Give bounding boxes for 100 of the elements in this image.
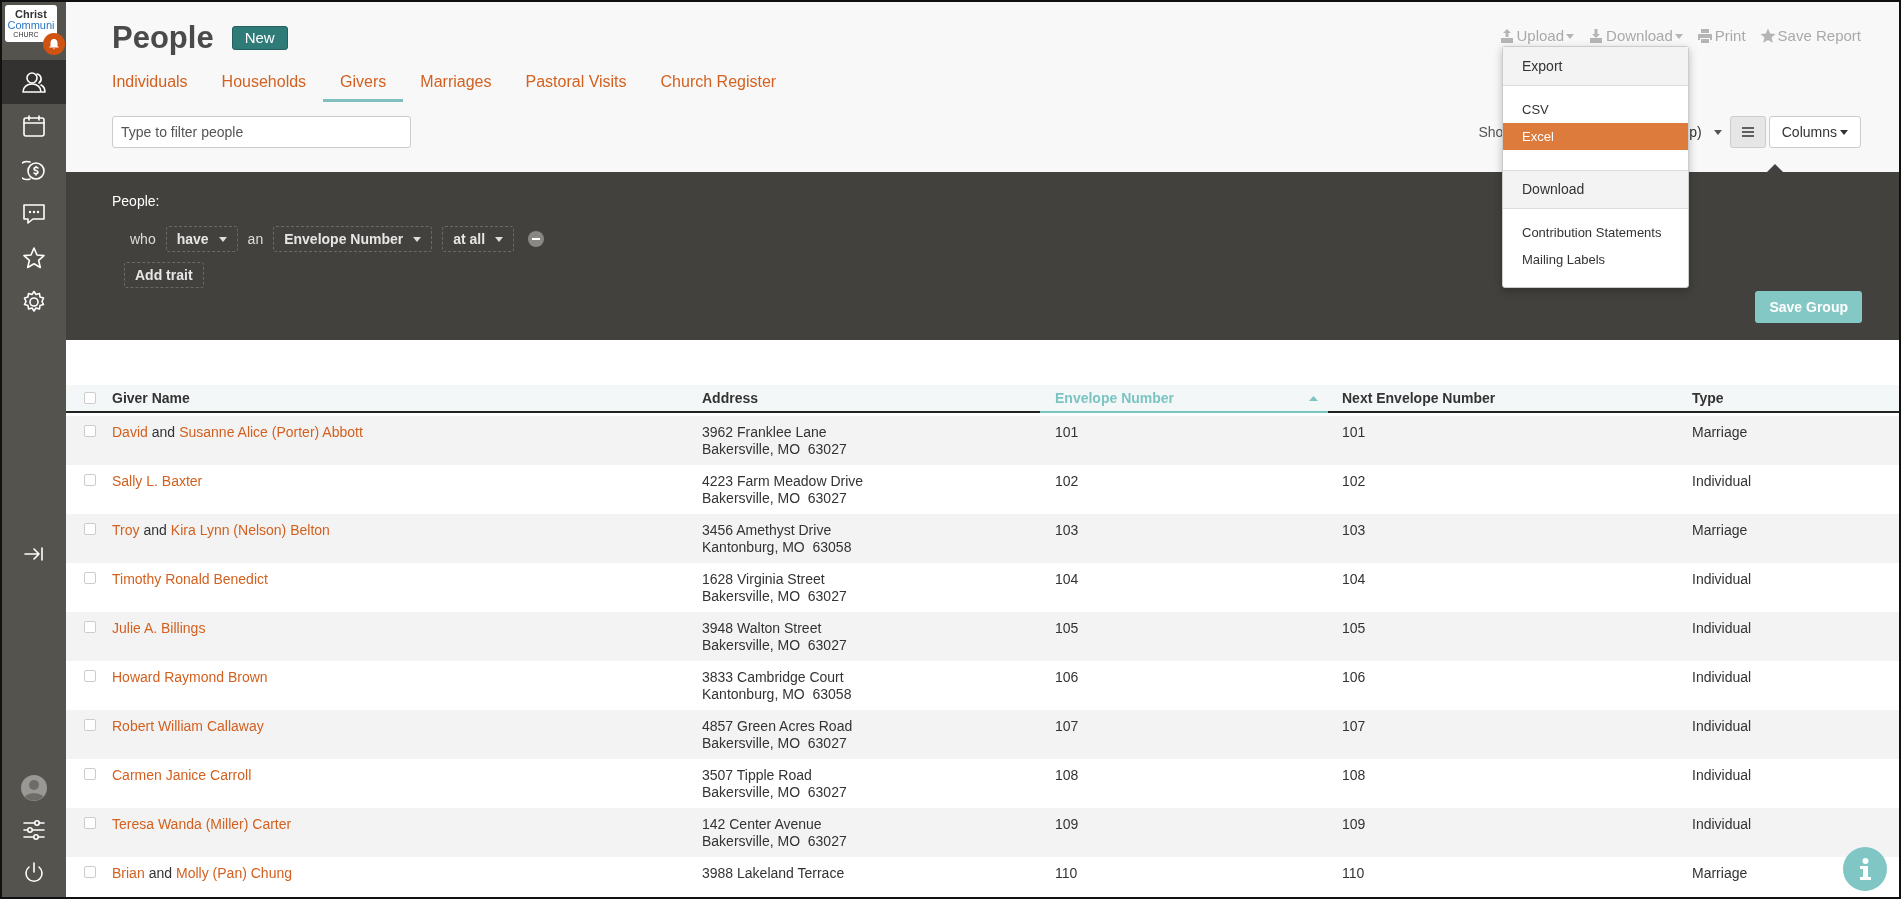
giver-name-link[interactable]: Howard Raymond Brown bbox=[112, 669, 268, 686]
table-cell: 103 bbox=[1055, 522, 1079, 538]
giver-name-link[interactable]: David bbox=[112, 424, 148, 441]
name-joiner: and bbox=[143, 522, 167, 539]
select-all-checkbox[interactable] bbox=[84, 392, 96, 404]
sidebar-nav-item[interactable] bbox=[2, 60, 66, 104]
name-joiner: and bbox=[151, 424, 176, 441]
list-view-button[interactable] bbox=[1729, 116, 1766, 148]
table-cell: 105 bbox=[1055, 620, 1079, 636]
address-line: Kantonburg, MO 63058 bbox=[702, 539, 853, 556]
giver-name-link[interactable]: Molly (Pan) Chung bbox=[176, 865, 292, 882]
giver-name-link[interactable]: Kira Lynn (Nelson) Belton bbox=[170, 522, 330, 539]
row-checkbox[interactable] bbox=[84, 719, 96, 731]
people-icon bbox=[22, 70, 46, 94]
caret-icon bbox=[495, 236, 504, 242]
trait-word: an bbox=[247, 229, 264, 249]
giver-name-link[interactable]: Teresa Wanda (Miller) Carter bbox=[112, 816, 292, 833]
row-checkbox[interactable] bbox=[84, 817, 96, 829]
panel-heading: People: bbox=[112, 192, 161, 210]
address-line: Bakersville, MO 63027 bbox=[702, 637, 848, 654]
notification-bell[interactable] bbox=[43, 33, 65, 55]
table-cell: 104 bbox=[1055, 571, 1079, 587]
table-cell: 101 bbox=[1342, 424, 1366, 440]
column-header[interactable]: Type bbox=[1692, 385, 1899, 411]
address-line: 3962 Franklee Lane bbox=[702, 424, 828, 441]
table-cell: 108 bbox=[1055, 767, 1079, 783]
menu-item[interactable]: Excel bbox=[1503, 123, 1688, 150]
minus-icon bbox=[532, 238, 541, 240]
tab[interactable]: Households bbox=[204, 64, 324, 102]
filter-field[interactable]: Type to filter people bbox=[112, 116, 411, 148]
star-icon bbox=[22, 246, 46, 270]
save-report-button[interactable]: Save Report bbox=[1759, 25, 1861, 48]
row-checkbox[interactable] bbox=[84, 866, 96, 878]
row-checkbox[interactable] bbox=[84, 670, 96, 682]
tab[interactable]: Individuals bbox=[95, 64, 205, 102]
tab[interactable]: Givers bbox=[323, 64, 404, 102]
address-line: Bakersville, MO 63027 bbox=[702, 588, 848, 605]
giver-name-link[interactable]: Carmen Janice Carroll bbox=[112, 767, 252, 784]
show-label: Sho bbox=[1478, 122, 1504, 142]
column-header[interactable]: Address bbox=[702, 385, 1040, 411]
logo-text: Communi bbox=[7, 20, 55, 31]
upload-button[interactable]: Upload bbox=[1498, 25, 1575, 48]
table-cell: 109 bbox=[1342, 816, 1366, 832]
collapse-icon bbox=[24, 546, 44, 562]
row-checkbox[interactable] bbox=[84, 425, 96, 437]
address-line: 4223 Farm Meadow Drive bbox=[702, 473, 865, 490]
trait-select[interactable]: have bbox=[165, 226, 238, 252]
print-button[interactable]: Print bbox=[1696, 25, 1746, 48]
giver-name-link[interactable]: Julie A. Billings bbox=[112, 620, 206, 637]
table-cell: 103 bbox=[1342, 522, 1366, 538]
giver-name-link[interactable]: Brian bbox=[112, 865, 145, 882]
download-icon bbox=[1588, 28, 1605, 45]
row-checkbox[interactable] bbox=[84, 768, 96, 780]
table-cell: Individual bbox=[1692, 718, 1752, 734]
avatar-icon bbox=[21, 775, 47, 801]
trait-select[interactable]: Envelope Number bbox=[273, 226, 433, 252]
giver-name-link[interactable]: Troy bbox=[112, 522, 140, 539]
trait-select[interactable]: at all bbox=[442, 226, 515, 252]
address-line: Bakersville, MO 63027 bbox=[702, 735, 848, 752]
tab[interactable]: Church Register bbox=[643, 64, 794, 102]
table-cell: Individual bbox=[1692, 620, 1752, 636]
new-button[interactable]: New bbox=[231, 26, 288, 50]
menu-item[interactable]: Mailing Labels bbox=[1503, 246, 1688, 273]
info-icon bbox=[1859, 858, 1871, 880]
table-cell: Individual bbox=[1692, 473, 1752, 489]
menu-section-header: Export bbox=[1503, 47, 1688, 86]
address-line: Bakersville, MO 63027 bbox=[702, 441, 848, 458]
table-cell: 105 bbox=[1342, 620, 1366, 636]
columns-button[interactable]: Columns bbox=[1768, 116, 1861, 148]
row-checkbox[interactable] bbox=[84, 523, 96, 535]
table-cell: 104 bbox=[1342, 571, 1366, 587]
table-cell: Marriage bbox=[1692, 424, 1748, 440]
download-button[interactable]: Download bbox=[1588, 25, 1683, 48]
tab[interactable]: Marriages bbox=[403, 64, 509, 102]
power-icon bbox=[22, 860, 46, 884]
row-checkbox[interactable] bbox=[84, 621, 96, 633]
row-checkbox[interactable] bbox=[84, 572, 96, 584]
table-cell: 108 bbox=[1342, 767, 1366, 783]
giver-name-link[interactable]: Susanne Alice (Porter) Abbott bbox=[179, 424, 363, 441]
giver-name-link[interactable]: Timothy Ronald Benedict bbox=[112, 571, 268, 588]
menu-item[interactable]: Contribution Statements bbox=[1503, 219, 1688, 246]
column-header[interactable]: Next Envelope Number bbox=[1328, 385, 1692, 411]
column-header[interactable]: Giver Name bbox=[112, 385, 702, 411]
star-icon bbox=[1759, 28, 1776, 45]
address-line: 3456 Amethyst Drive bbox=[702, 522, 833, 539]
table-cell: 107 bbox=[1342, 718, 1366, 734]
giver-name-link[interactable]: Sally L. Baxter bbox=[112, 473, 203, 490]
giver-name-link[interactable]: Robert William Callaway bbox=[112, 718, 264, 735]
address-line: 3833 Cambridge Court bbox=[702, 669, 845, 686]
upload-icon bbox=[1498, 28, 1515, 45]
row-checkbox[interactable] bbox=[84, 474, 96, 486]
address-line: 1628 Virginia Street bbox=[702, 571, 826, 588]
address-line: Bakersville, MO 63027 bbox=[702, 833, 848, 850]
tab[interactable]: Pastoral Visits bbox=[508, 64, 644, 102]
remove-trait-button[interactable] bbox=[528, 231, 545, 247]
add-trait-button[interactable]: Add trait bbox=[124, 262, 204, 288]
table-cell: Marriage bbox=[1692, 865, 1748, 881]
chat-icon bbox=[22, 202, 46, 226]
menu-icon bbox=[1741, 127, 1754, 137]
address-line: Bakersville, MO 63027 bbox=[702, 784, 848, 801]
